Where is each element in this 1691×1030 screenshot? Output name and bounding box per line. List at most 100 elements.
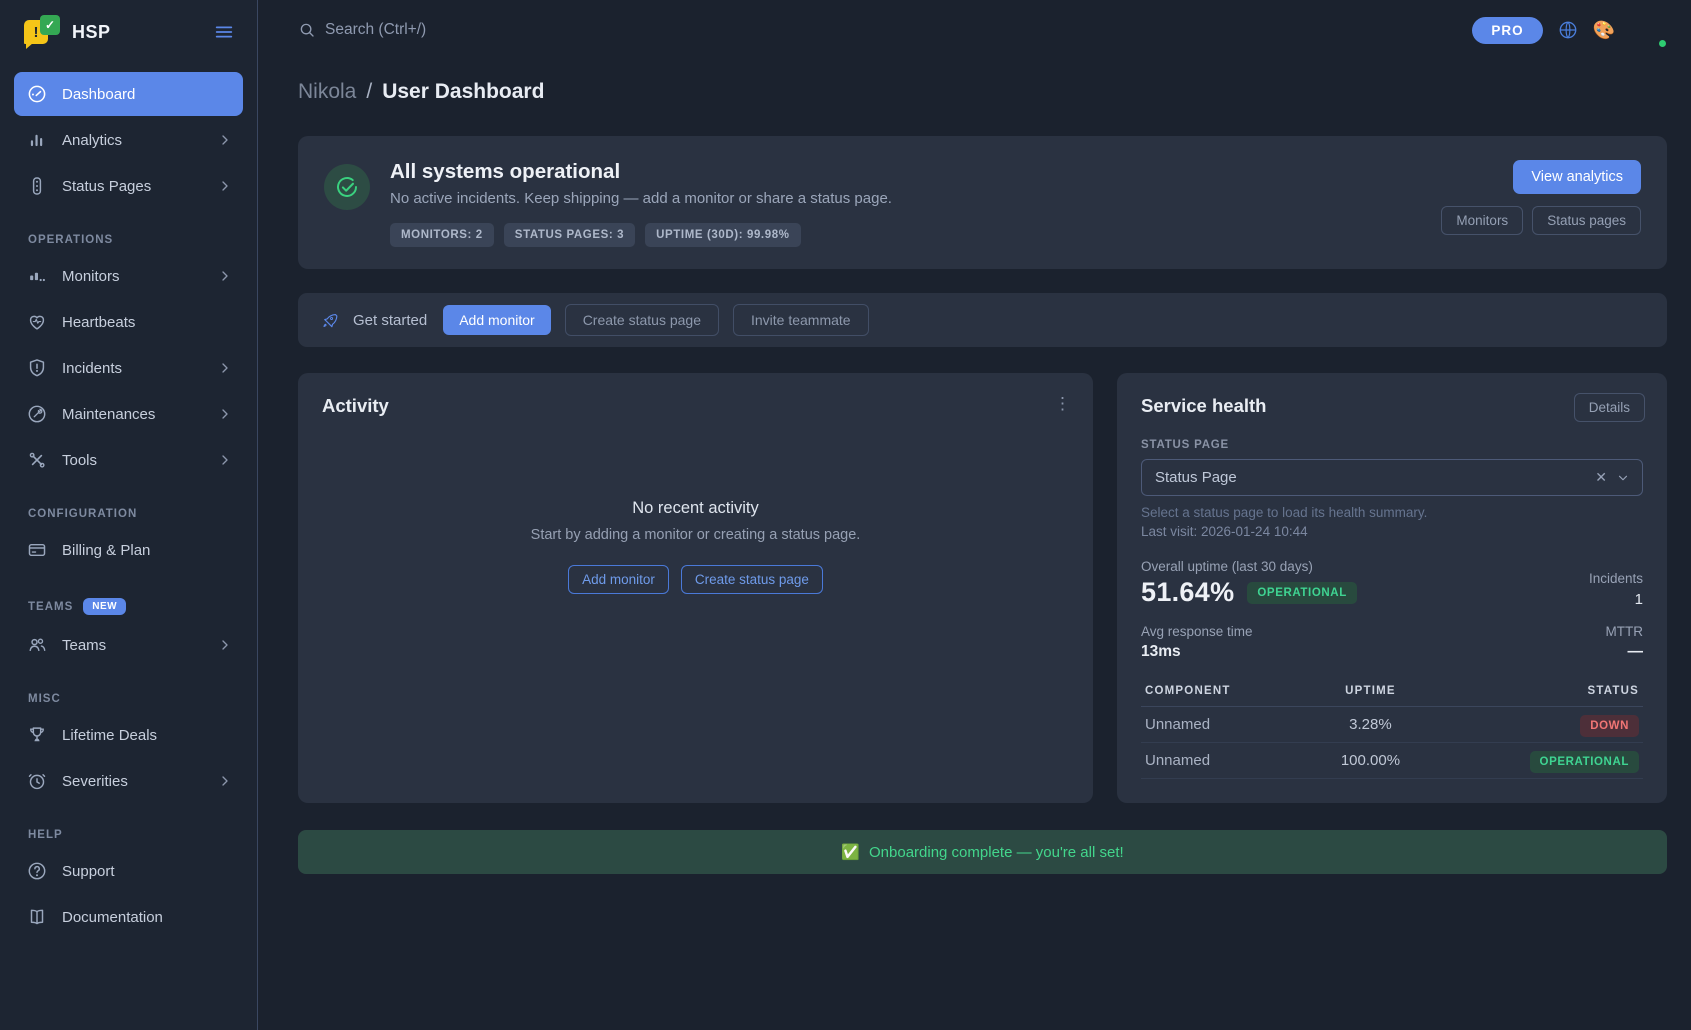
details-button[interactable]: Details: [1574, 393, 1645, 422]
new-badge: NEW: [83, 598, 126, 615]
sidebar-item-dashboard[interactable]: Dashboard: [14, 72, 243, 116]
monitor-bars-icon: [26, 265, 48, 287]
sidebar-item-label: Documentation: [62, 909, 233, 926]
sidebar-item-label: Severities: [62, 773, 217, 790]
breadcrumb-parent[interactable]: Nikola: [298, 80, 356, 104]
chevron-right-icon: [217, 406, 233, 422]
rocket-icon: [320, 311, 339, 330]
status-page-select[interactable]: Status Page ✕: [1141, 459, 1643, 496]
sidebar-item-teams[interactable]: Teams: [14, 623, 243, 667]
bar-chart-icon: [26, 129, 48, 151]
sidebar-item-severities[interactable]: Severities: [14, 759, 243, 803]
create-status-page-button[interactable]: Create status page: [565, 304, 719, 336]
components-table: COMPONENT UPTIME STATUS Unnamed 3.28% DO…: [1141, 679, 1643, 779]
sidebar-item-documentation[interactable]: Documentation: [14, 895, 243, 939]
main-area: Search (Ctrl+/) PRO 🎨 Nikola / User Dash…: [258, 0, 1691, 1030]
trophy-icon: [26, 724, 48, 746]
hero-title: All systems operational: [390, 160, 1441, 184]
status-page-selected-value: Status Page: [1155, 469, 1595, 486]
status-pages-button[interactable]: Status pages: [1532, 206, 1641, 235]
chevron-right-icon: [217, 360, 233, 376]
sidebar-item-analytics[interactable]: Analytics: [14, 118, 243, 162]
logo-row: ! ✓ HSP: [0, 0, 257, 64]
table-row[interactable]: Unnamed 3.28% DOWN: [1141, 707, 1643, 743]
hsp-logo-icon[interactable]: ! ✓: [24, 14, 60, 50]
col-status: STATUS: [1431, 679, 1643, 707]
component-uptime: 100.00%: [1310, 743, 1431, 779]
hero-subtitle: No active incidents. Keep shipping — add…: [390, 190, 1441, 207]
section-header-configuration: CONFIGURATION: [28, 508, 229, 520]
sidebar-item-heartbeats[interactable]: Heartbeats: [14, 300, 243, 344]
uptime-label: Overall uptime (last 30 days): [1141, 559, 1357, 574]
monitors-count-badge: MONITORS: 2: [390, 223, 494, 247]
chevron-right-icon: [217, 637, 233, 653]
section-header-misc: MISC: [28, 693, 229, 705]
activity-card: Activity ⋮ No recent activity Start by a…: [298, 373, 1093, 803]
sidebar-item-label: Teams: [62, 637, 217, 654]
create-status-page-empty-button[interactable]: Create status page: [681, 565, 823, 594]
uptime-stat-row: Overall uptime (last 30 days) 51.64% OPE…: [1141, 559, 1643, 608]
sidebar-item-label: Incidents: [62, 360, 217, 377]
sidebar-item-label: Monitors: [62, 268, 217, 285]
page-content: Nikola / User Dashboard All systems oper…: [258, 60, 1691, 874]
invite-teammate-button[interactable]: Invite teammate: [733, 304, 869, 336]
search-input[interactable]: Search (Ctrl+/): [298, 21, 1472, 39]
table-header-row: COMPONENT UPTIME STATUS: [1141, 679, 1643, 707]
section-header-operations: OPERATIONS: [28, 234, 229, 246]
monitors-button[interactable]: Monitors: [1441, 206, 1523, 235]
online-status-dot: [1657, 38, 1668, 49]
sidebar-item-incidents[interactable]: Incidents: [14, 346, 243, 390]
add-monitor-empty-button[interactable]: Add monitor: [568, 565, 669, 594]
sidebar-item-status-pages[interactable]: Status Pages: [14, 164, 243, 208]
hamburger-menu-icon[interactable]: [213, 21, 235, 43]
uptime-value: 51.64%: [1141, 577, 1234, 608]
onboarding-banner: ✅ Onboarding complete — you're all set!: [298, 830, 1667, 874]
empty-state-title: No recent activity: [322, 499, 1069, 518]
sidebar-item-monitors[interactable]: Monitors: [14, 254, 243, 298]
breadcrumb-separator: /: [366, 80, 372, 104]
user-avatar[interactable]: [1629, 11, 1667, 49]
sidebar-item-label: Billing & Plan: [62, 542, 233, 559]
sidebar-item-label: Heartbeats: [62, 314, 233, 331]
credit-card-icon: [26, 539, 48, 561]
hero-links: Monitors Status pages: [1441, 206, 1641, 235]
avg-response-block: Avg response time 13ms: [1141, 624, 1253, 661]
brand-name: HSP: [72, 22, 213, 43]
hero-actions: View analytics Monitors Status pages: [1441, 160, 1641, 247]
sidebar-item-label: Status Pages: [62, 178, 217, 195]
sidebar-item-tools[interactable]: Tools: [14, 438, 243, 482]
hero-body: All systems operational No active incide…: [390, 160, 1441, 247]
avg-response-label: Avg response time: [1141, 624, 1253, 639]
topbar: Search (Ctrl+/) PRO 🎨: [258, 0, 1691, 60]
app-window: ! ✓ HSP Dashboard Analytics Status Pages…: [0, 0, 1691, 1030]
mttr-block: MTTR —: [1606, 624, 1644, 661]
sidebar-item-billing[interactable]: Billing & Plan: [14, 528, 243, 572]
response-stat-row: Avg response time 13ms MTTR —: [1141, 624, 1643, 661]
sidebar-item-label: Support: [62, 863, 233, 880]
sidebar-item-lifetime-deals[interactable]: Lifetime Deals: [14, 713, 243, 757]
table-row[interactable]: Unnamed 100.00% OPERATIONAL: [1141, 743, 1643, 779]
kebab-menu-icon[interactable]: ⋮: [1054, 395, 1071, 412]
dashboard-columns: Activity ⋮ No recent activity Start by a…: [298, 373, 1667, 803]
view-analytics-button[interactable]: View analytics: [1513, 160, 1641, 194]
language-globe-icon[interactable]: [1557, 19, 1579, 41]
service-health-title: Service health: [1141, 395, 1643, 417]
incidents-value: 1: [1589, 591, 1643, 608]
add-monitor-button[interactable]: Add monitor: [443, 305, 550, 335]
activity-title: Activity: [322, 395, 1069, 417]
heartbeat-icon: [26, 311, 48, 333]
theme-palette-icon[interactable]: 🎨: [1593, 21, 1615, 39]
status-page-field-label: STATUS PAGE: [1141, 439, 1643, 451]
sidebar-item-support[interactable]: Support: [14, 849, 243, 893]
status-pages-count-badge: STATUS PAGES: 3: [504, 223, 635, 247]
incidents-block: Incidents 1: [1589, 571, 1643, 608]
book-icon: [26, 906, 48, 928]
uptime-block: Overall uptime (last 30 days) 51.64% OPE…: [1141, 559, 1357, 608]
activity-empty-state: No recent activity Start by adding a mon…: [322, 499, 1069, 594]
pro-plan-badge[interactable]: PRO: [1472, 17, 1542, 44]
mttr-value: —: [1606, 643, 1644, 661]
select-helper-text: Select a status page to load its health …: [1141, 505, 1643, 520]
question-circle-icon: [26, 860, 48, 882]
clear-selection-icon[interactable]: ✕: [1595, 469, 1607, 486]
sidebar-item-maintenances[interactable]: Maintenances: [14, 392, 243, 436]
